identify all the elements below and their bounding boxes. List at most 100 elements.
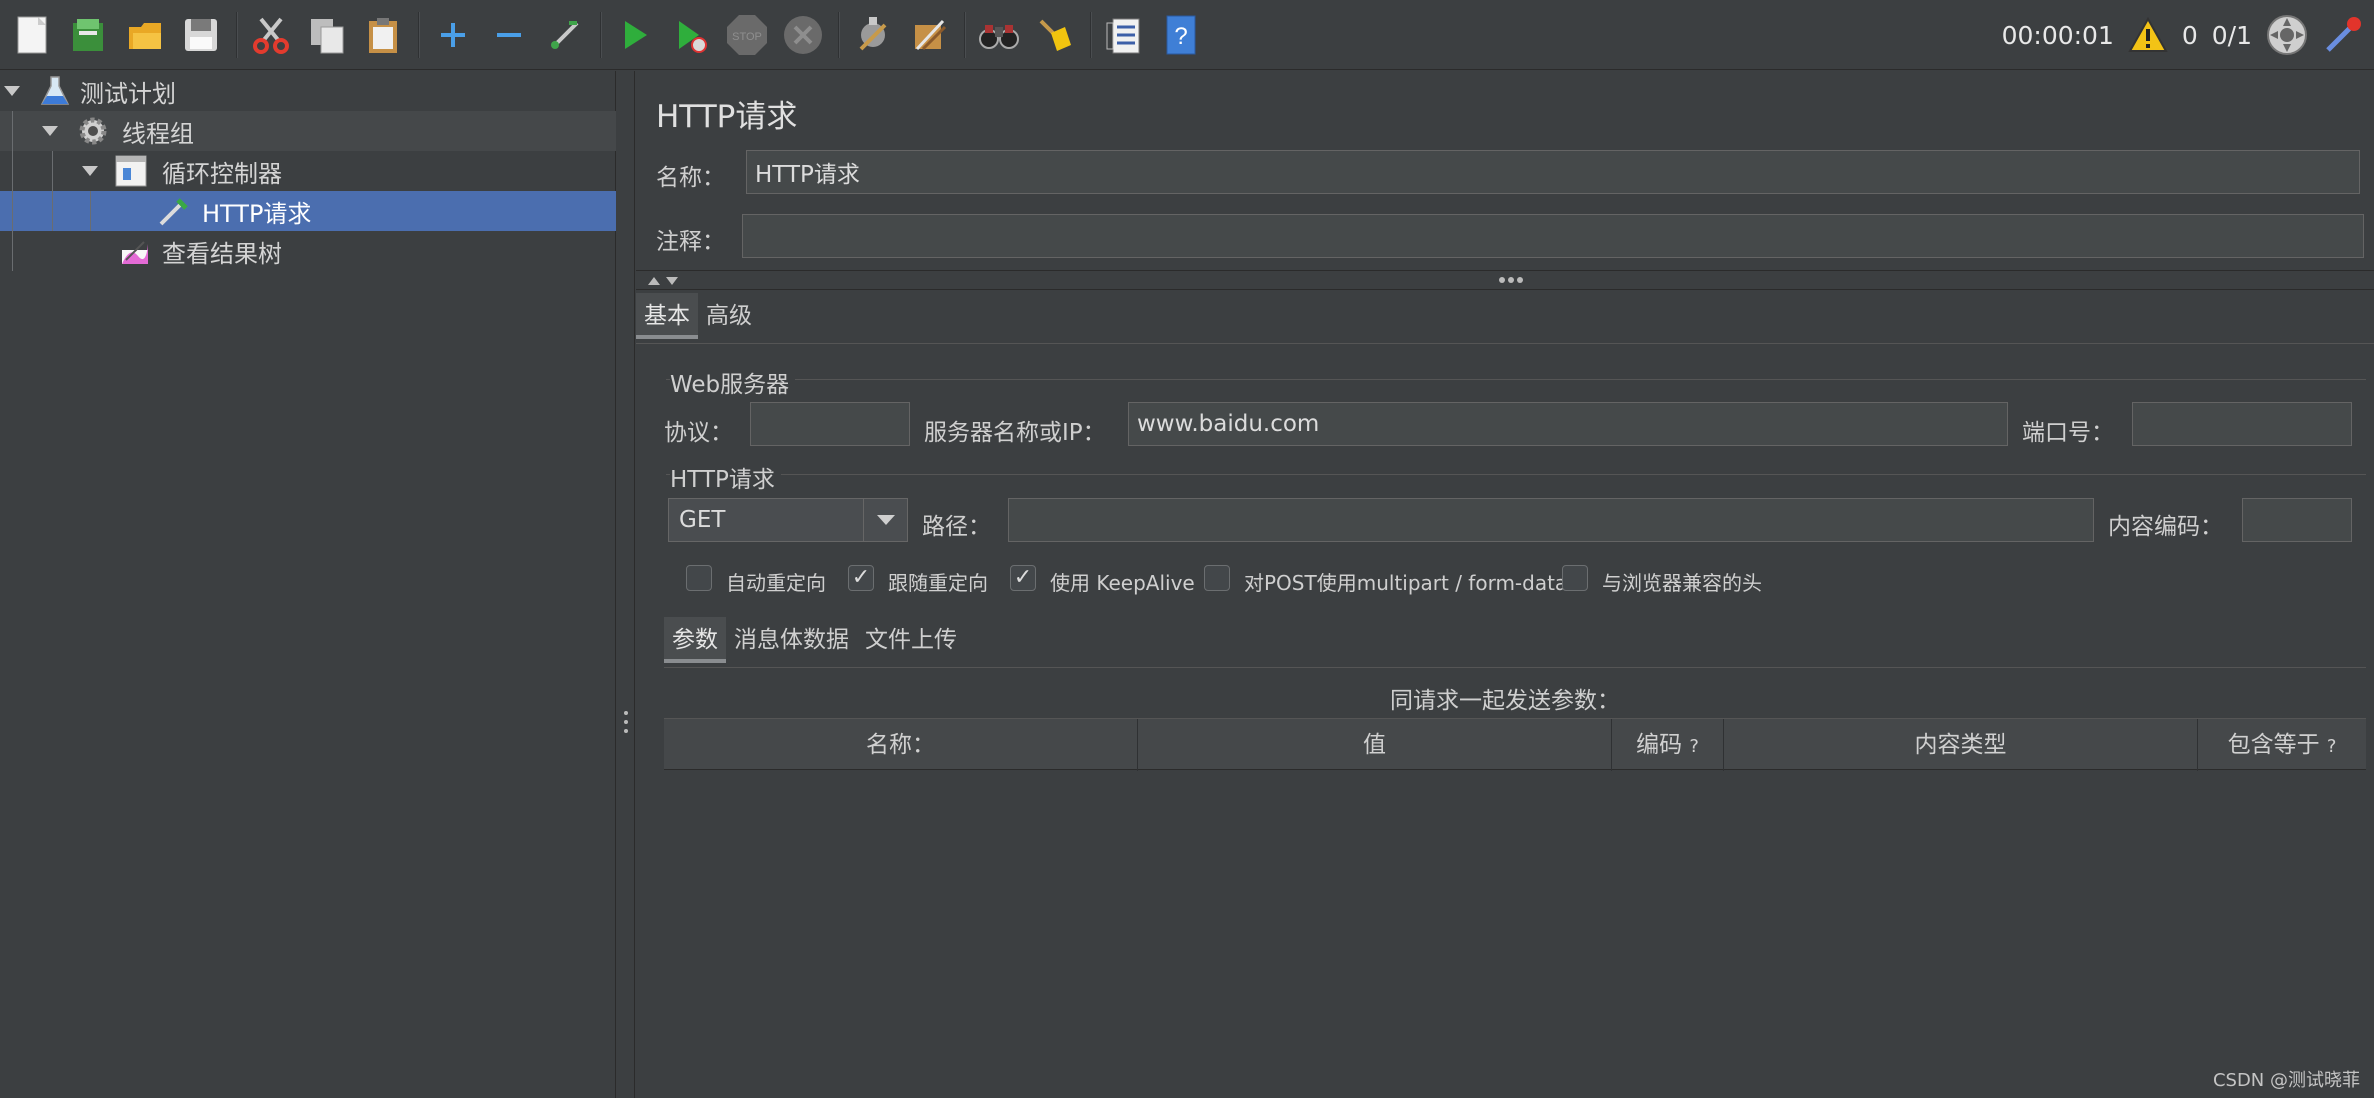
auto-redirect-label: 自动重定向: [726, 571, 826, 595]
tab-parameters[interactable]: 参数: [664, 617, 726, 663]
port-field[interactable]: [2132, 402, 2352, 446]
parameters-table-header: 名称： 值 编码 ? 内容类型 包含等于 ?: [664, 718, 2366, 771]
collapse-arrows-icon[interactable]: [646, 275, 682, 287]
method-value: GET: [679, 507, 726, 533]
drag-handle-icon[interactable]: [1498, 276, 1524, 284]
remote-status-icon[interactable]: [2266, 14, 2308, 56]
tab-divider: [636, 343, 2374, 344]
toolbar-separator: [1090, 11, 1092, 58]
warning-icon[interactable]: [2128, 17, 2168, 53]
tree-node-loop-controller[interactable]: 循环控制器: [0, 151, 616, 191]
result-tree-icon: [122, 241, 148, 264]
function-helper-icon[interactable]: [1100, 10, 1150, 60]
toolbar-separator: [838, 11, 840, 58]
log-viewer-icon[interactable]: [2322, 14, 2364, 56]
clear-icon[interactable]: [848, 10, 898, 60]
column-header-value[interactable]: 值: [1138, 719, 1612, 771]
path-label: 路径：: [922, 514, 991, 540]
column-header-content-type[interactable]: 内容类型: [1724, 719, 2198, 771]
server-label: 服务器名称或IP：: [924, 420, 1106, 446]
column-header-name[interactable]: 名称：: [664, 719, 1138, 771]
tree-expand-arrow-icon[interactable]: [42, 126, 58, 136]
tab-file-upload[interactable]: 文件上传: [857, 617, 965, 663]
params-caption: 同请求一起发送参数：: [1390, 688, 1620, 714]
toolbar-separator: [964, 11, 966, 58]
column-header-text: 内容类型: [1914, 732, 2007, 758]
encoding-field[interactable]: [2242, 498, 2352, 542]
tree-guide-line: [90, 191, 91, 231]
tree-node-http-request[interactable]: HTTP请求: [0, 191, 616, 231]
start-no-pauses-icon[interactable]: [666, 10, 716, 60]
svg-text:?: ?: [1174, 23, 1187, 50]
multipart-checkbox[interactable]: [1204, 565, 1230, 591]
tab-basic[interactable]: 基本: [636, 293, 698, 339]
tree-node-test-plan[interactable]: 测试计划: [0, 71, 616, 111]
keepalive-label: 使用 KeepAlive: [1050, 571, 1195, 595]
reset-search-icon[interactable]: [1030, 10, 1080, 60]
tree-node-result-tree[interactable]: 查看结果树: [0, 231, 616, 271]
help-icon[interactable]: ?: [1156, 10, 1206, 60]
method-select[interactable]: GET: [668, 498, 908, 542]
panel-splitter[interactable]: [617, 71, 635, 1098]
svg-text:STOP: STOP: [732, 31, 762, 43]
loop-controller-icon: [115, 155, 147, 187]
follow-redirect-checkbox[interactable]: ✓: [848, 565, 874, 591]
column-header-text: 编码: [1636, 732, 1683, 758]
clear-all-icon[interactable]: [904, 10, 954, 60]
name-field[interactable]: HTTP请求: [746, 150, 2360, 194]
copy-icon[interactable]: [302, 10, 352, 60]
column-header-include-equals[interactable]: 包含等于 ?: [2198, 719, 2366, 771]
tree-node-thread-group[interactable]: 线程组: [0, 111, 616, 151]
collapse-icon[interactable]: [484, 10, 534, 60]
name-label: 名称：: [656, 165, 725, 191]
tree-label: 循环控制器: [162, 159, 282, 188]
help-hint: ?: [1689, 736, 1699, 757]
paste-icon[interactable]: [358, 10, 408, 60]
comment-label: 注释：: [656, 229, 725, 255]
tree-guide-line: [52, 151, 53, 231]
templates-icon[interactable]: [64, 10, 114, 60]
chevron-down-icon: [876, 515, 895, 525]
expand-icon[interactable]: [428, 10, 478, 60]
browser-headers-label: 与浏览器兼容的头: [1602, 571, 1762, 595]
tree-label: 查看结果树: [162, 239, 282, 268]
thread-group-icon: [79, 117, 107, 145]
toolbar-separator: [236, 11, 238, 58]
group-border: [666, 379, 2366, 380]
toolbar-separator: [600, 11, 602, 58]
tree-expand-arrow-icon[interactable]: [82, 166, 98, 176]
config-tabs: 基本 高级: [636, 293, 760, 339]
tab-body-data[interactable]: 消息体数据: [726, 617, 857, 663]
elapsed-timer: 00:00:01: [2001, 20, 2114, 50]
shutdown-icon[interactable]: [778, 10, 828, 60]
cut-icon[interactable]: [246, 10, 296, 60]
warning-count: 0: [2181, 20, 2198, 50]
section-divider: [636, 270, 2374, 271]
browser-headers-checkbox[interactable]: [1562, 565, 1588, 591]
auto-redirect-checkbox[interactable]: [686, 565, 712, 591]
page-title: HTTP请求: [656, 99, 798, 135]
keepalive-checkbox[interactable]: ✓: [1010, 565, 1036, 591]
protocol-field[interactable]: [750, 402, 910, 446]
test-plan-tree: 测试计划 线程组 循环控制器 HTTP请求 查看结果树: [0, 71, 616, 1098]
path-field[interactable]: [1008, 498, 2094, 542]
splitter-grip-icon[interactable]: [624, 711, 628, 738]
follow-redirect-label: 跟随重定向: [888, 571, 988, 595]
protocol-label: 协议：: [664, 420, 733, 446]
new-icon[interactable]: [8, 10, 58, 60]
server-field[interactable]: www.baidu.com: [1128, 402, 2008, 446]
method-dropdown-button[interactable]: [863, 499, 907, 541]
column-header-text: 包含等于: [2227, 732, 2320, 758]
tree-expand-arrow-icon[interactable]: [4, 86, 20, 96]
search-icon[interactable]: [974, 10, 1024, 60]
start-icon[interactable]: [610, 10, 660, 60]
toggle-icon[interactable]: [540, 10, 590, 60]
comment-field[interactable]: [742, 214, 2364, 258]
tree-label: HTTP请求: [202, 199, 312, 228]
stop-icon[interactable]: STOP: [722, 10, 772, 60]
column-header-encode[interactable]: 编码 ?: [1612, 719, 1724, 771]
save-icon[interactable]: [176, 10, 226, 60]
tab-advanced[interactable]: 高级: [698, 293, 760, 339]
open-icon[interactable]: [120, 10, 170, 60]
thread-count: 0/1: [2211, 20, 2252, 50]
